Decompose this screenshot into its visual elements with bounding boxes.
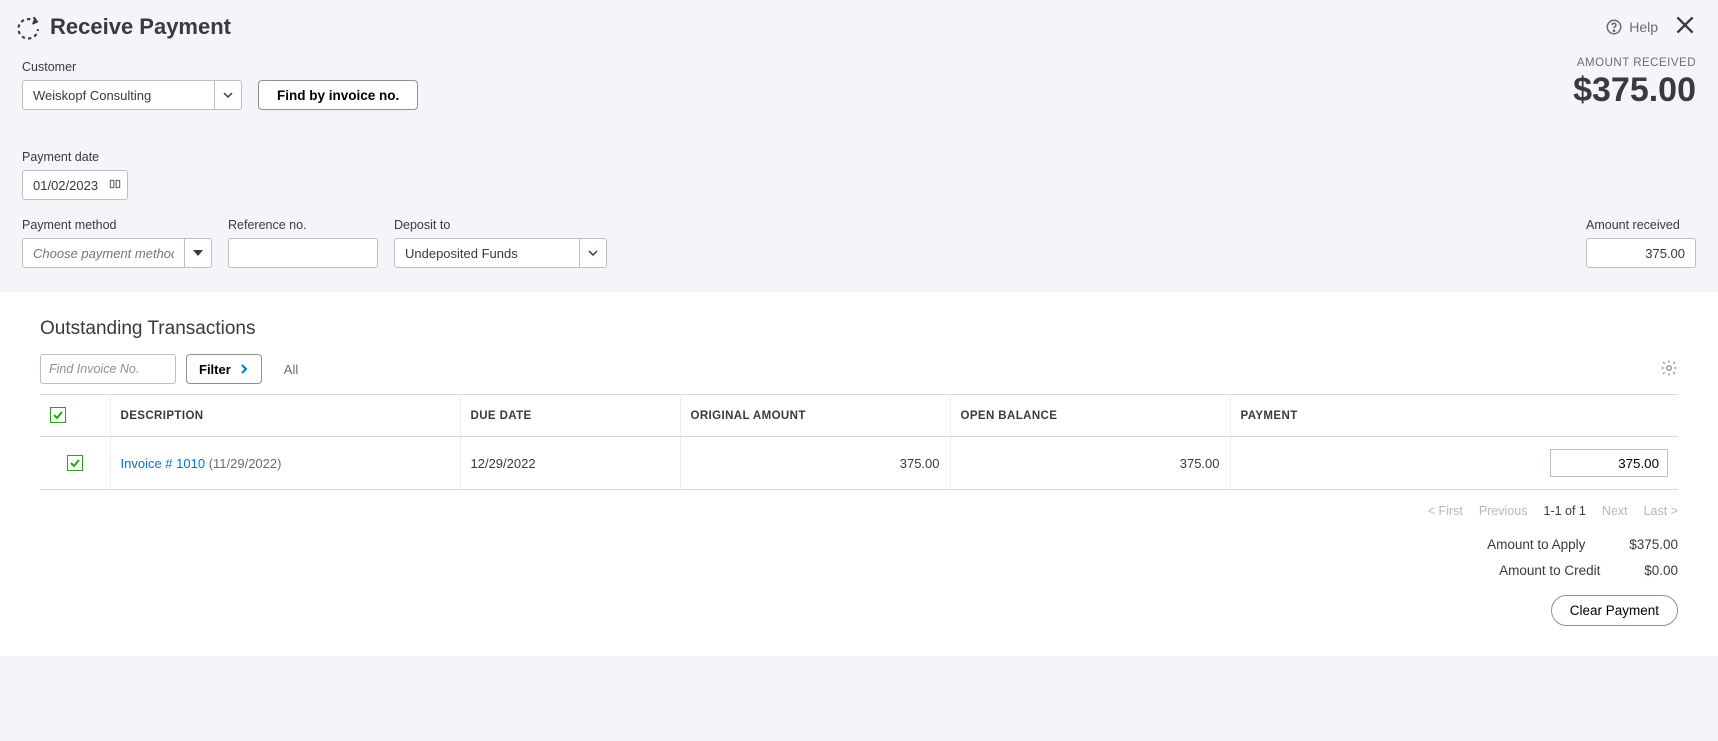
amount-received-header-value: $375.00 [1573,71,1696,110]
chevron-down-icon [223,90,233,100]
payment-method-combo[interactable] [22,238,212,268]
pager-range: 1-1 of 1 [1544,504,1586,518]
gear-icon [1660,359,1678,377]
payment-date-input[interactable] [22,170,128,200]
close-button[interactable] [1672,12,1698,41]
customer-dropdown-button[interactable] [214,80,242,110]
deposit-label: Deposit to [394,218,607,232]
page-title: Receive Payment [50,14,1605,40]
amount-to-credit-value: $0.00 [1644,563,1678,578]
invoice-date-suffix: (11/29/2022) [205,456,281,471]
check-icon [52,409,64,421]
deposit-combo[interactable] [394,238,607,268]
table-row: Invoice # 1010 (11/29/2022) 12/29/2022 3… [40,437,1678,490]
find-by-invoice-button[interactable]: Find by invoice no. [258,80,418,110]
chevron-down-icon [588,248,598,258]
amount-to-apply-label: Amount to Apply [1425,532,1585,558]
filter-button[interactable]: Filter [186,354,262,384]
receive-payment-icon [12,13,40,41]
chevron-right-icon [239,364,249,374]
deposit-input[interactable] [394,238,579,268]
col-description: DESCRIPTION [110,395,460,437]
caret-down-icon [193,248,203,258]
cell-due-date: 12/29/2022 [460,437,680,490]
cell-original-amount: 375.00 [680,437,950,490]
outstanding-transactions-title: Outstanding Transactions [40,318,1678,340]
payment-date-label: Payment date [22,150,128,164]
filter-label: Filter [199,362,231,377]
filter-all-label: All [284,362,298,377]
help-button[interactable]: Help [1605,18,1658,36]
col-due-date: DUE DATE [460,395,680,437]
col-payment: PAYMENT [1230,395,1678,437]
amount-received-input[interactable] [1586,238,1696,268]
customer-label: Customer [22,60,242,74]
amount-to-credit-label: Amount to Credit [1440,558,1600,584]
pager-first[interactable]: < First [1428,504,1463,518]
table-settings-button[interactable] [1660,359,1678,380]
reference-input[interactable] [228,238,378,268]
row-checkbox[interactable] [67,455,83,471]
customer-input[interactable] [22,80,214,110]
col-original-amount: ORIGINAL AMOUNT [680,395,950,437]
cell-open-balance: 375.00 [950,437,1230,490]
deposit-dropdown-button[interactable] [579,238,607,268]
customer-combo[interactable] [22,80,242,110]
pager: < First Previous 1-1 of 1 Next Last > [40,504,1678,518]
transactions-table: DESCRIPTION DUE DATE ORIGINAL AMOUNT OPE… [40,394,1678,490]
pager-last[interactable]: Last > [1644,504,1678,518]
close-icon [1672,12,1698,38]
check-icon [69,457,81,469]
select-all-checkbox[interactable] [50,407,66,423]
pager-next[interactable]: Next [1602,504,1628,518]
amount-to-apply-value: $375.00 [1629,537,1678,552]
payment-method-input[interactable] [22,238,184,268]
clear-payment-button[interactable]: Clear Payment [1551,595,1678,626]
col-open-balance: OPEN BALANCE [950,395,1230,437]
pager-previous[interactable]: Previous [1479,504,1528,518]
payment-method-dropdown-button[interactable] [184,238,212,268]
help-icon [1605,18,1623,36]
payment-input[interactable] [1550,449,1668,477]
find-invoice-input[interactable] [40,354,176,384]
payment-method-label: Payment method [22,218,212,232]
invoice-link[interactable]: Invoice # 1010 [121,456,206,471]
reference-label: Reference no. [228,218,378,232]
help-label: Help [1629,19,1658,35]
amount-received-header-label: AMOUNT RECEIVED [1573,57,1696,69]
amount-received-label: Amount received [1586,218,1696,232]
